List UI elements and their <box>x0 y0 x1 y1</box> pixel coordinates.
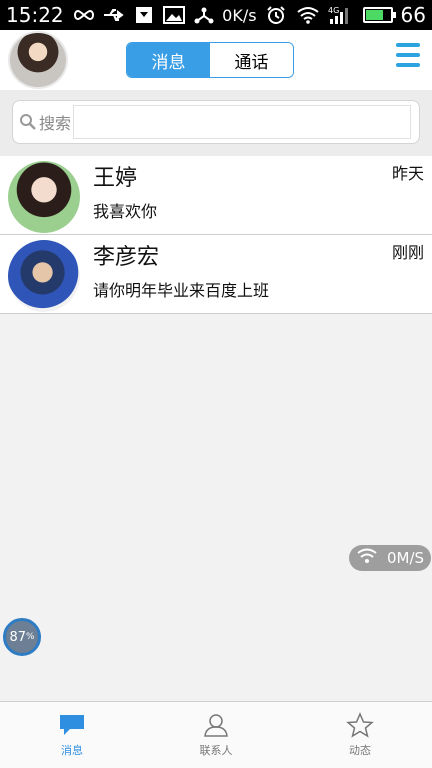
nav-messages[interactable]: 消息 <box>0 702 144 768</box>
network-speed-badge[interactable]: 0M/S <box>349 545 431 571</box>
memory-unit: % <box>25 632 35 642</box>
tab-messages[interactable]: 消息 <box>127 43 210 77</box>
net-speed: 0K/s <box>222 5 257 25</box>
speed-value: 0M/S <box>387 549 425 567</box>
infinity-icon <box>72 4 96 26</box>
person-icon <box>201 712 231 738</box>
memory-badge[interactable]: 87% <box>3 618 41 656</box>
nav-label: 动态 <box>349 744 371 757</box>
search-bar: 搜索 <box>0 90 432 156</box>
star-icon <box>345 712 375 738</box>
profile-avatar[interactable] <box>8 31 68 89</box>
signal-4g-icon: 4G <box>327 4 353 26</box>
bottom-nav: 消息 联系人 动态 <box>0 701 432 768</box>
search-icon <box>19 113 37 131</box>
nav-label: 消息 <box>61 744 83 757</box>
conversation-row[interactable]: 李彦宏 请你明年毕业来百度上班 刚刚 <box>0 235 432 314</box>
nav-moments[interactable]: 动态 <box>288 702 432 768</box>
avatar <box>8 161 80 233</box>
chat-bubble-icon <box>57 712 87 738</box>
nav-contacts[interactable]: 联系人 <box>144 702 288 768</box>
conversation-list: 王婷 我喜欢你 昨天 李彦宏 请你明年毕业来百度上班 刚刚 <box>0 156 432 314</box>
usb-icon <box>102 4 126 26</box>
battery-level: 66 <box>400 3 426 27</box>
hamburger-icon[interactable] <box>396 43 420 67</box>
image-icon <box>162 4 186 26</box>
message-time: 昨天 <box>391 164 424 183</box>
tab-calls[interactable]: 通话 <box>210 43 293 77</box>
last-message: 我喜欢你 <box>93 202 158 221</box>
svg-text:4G: 4G <box>328 6 339 15</box>
contact-name: 王婷 <box>93 166 138 191</box>
wifi-icon <box>295 4 321 26</box>
memory-value: 87 <box>9 629 26 645</box>
share-icon <box>192 4 216 26</box>
last-message: 请你明年毕业来百度上班 <box>93 281 270 300</box>
avatar <box>8 240 80 312</box>
nav-label: 联系人 <box>199 744 233 757</box>
tab-switcher: 消息 通话 <box>126 42 294 78</box>
download-icon <box>132 4 156 26</box>
search-input[interactable] <box>73 105 411 139</box>
battery-icon <box>362 7 396 23</box>
status-bar: 15:22 0K/s 4G 66 <box>0 0 432 30</box>
message-time: 刚刚 <box>391 243 424 262</box>
conversation-row[interactable]: 王婷 我喜欢你 昨天 <box>0 156 432 235</box>
search-label: 搜索 <box>39 114 72 133</box>
wifi-icon <box>357 548 377 568</box>
search-box: 搜索 <box>12 100 420 144</box>
status-time: 15:22 <box>6 3 64 27</box>
app-header: 消息 通话 <box>0 30 432 90</box>
contact-name: 李彦宏 <box>93 245 160 270</box>
alarm-icon <box>263 4 289 26</box>
